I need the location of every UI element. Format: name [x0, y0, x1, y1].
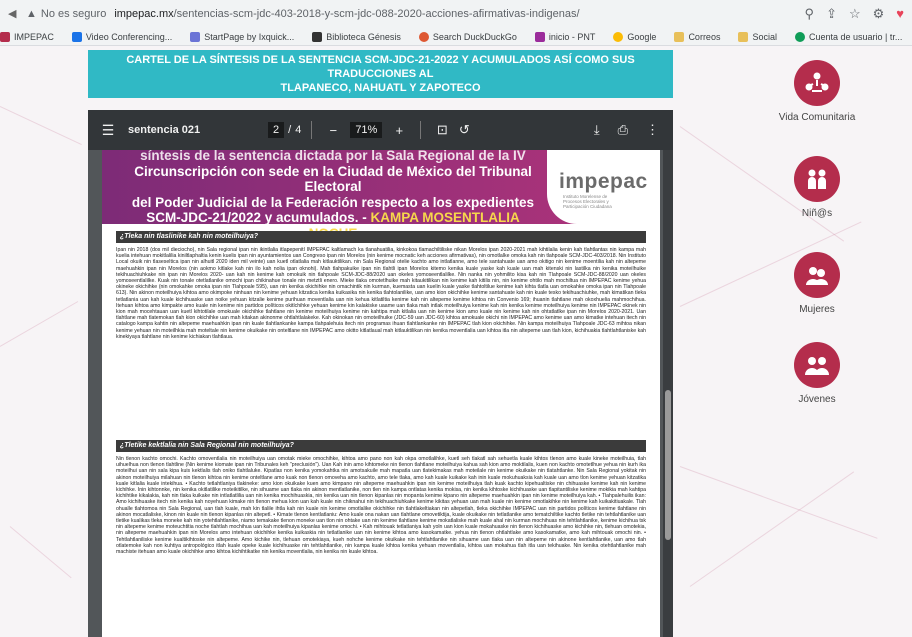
- header-line: Circunscripción con sede en la Ciudad de…: [134, 163, 532, 195]
- banner-line-2: TLAPANECO, NAHUATL Y ZAPOTECO: [280, 82, 481, 94]
- bookmark-label: IMPEPAC: [14, 31, 54, 42]
- sidebar-item-vida-comunitaria[interactable]: Vida Comunitaria: [752, 60, 882, 124]
- zoom-in-button[interactable]: +: [388, 123, 410, 138]
- pdf-toolbar: ☰ sentencia 021 2 / 4 − 71% + ⊡ ↺ ⤓ ⎙ ⋮: [88, 110, 673, 150]
- banner-line-1: CARTEL DE LA SÍNTESIS DE LA SENTENCIA SC…: [126, 54, 635, 80]
- header-line-text: SCM-JDC-21/2022 y acumulados. -: [146, 210, 367, 225]
- sidebar-label: Vida Comunitaria: [778, 112, 856, 123]
- page-number-input[interactable]: 2: [268, 122, 285, 138]
- pdf-filename: sentencia 021: [128, 124, 201, 136]
- back-arrow-icon[interactable]: ◀: [8, 7, 22, 21]
- pdf-viewer: ☰ sentencia 021 2 / 4 − 71% + ⊡ ↺ ⤓ ⎙ ⋮ …: [88, 110, 673, 637]
- folder-icon: [738, 31, 749, 42]
- web-page: CARTEL DE LA SÍNTESIS DE LA SENTENCIA SC…: [0, 46, 912, 637]
- women-icon: [794, 252, 840, 298]
- bookmarks-bar: IMPEPAC Video Conferencing... StartPage …: [0, 28, 912, 46]
- address-bar: ◀ ▲ No es seguro impepac.mx /sentencias-…: [0, 0, 912, 28]
- bookmark-label: StartPage by Ixquick...: [204, 31, 295, 42]
- bookmark-duckduckgo[interactable]: Search DuckDuckGo: [418, 31, 517, 42]
- bookmark-label: Correos: [688, 31, 721, 42]
- zoom-icon[interactable]: ⚲: [805, 6, 815, 22]
- community-icon: [794, 60, 840, 106]
- bookmark-label: Social: [752, 31, 777, 42]
- folder-icon: [674, 31, 685, 42]
- page-total: 4: [295, 124, 302, 136]
- sidebar-item-jovenes[interactable]: Jóvenes: [752, 342, 882, 406]
- bookmark-social[interactable]: Social: [738, 31, 777, 42]
- url-host[interactable]: impepac.mx: [114, 8, 173, 20]
- zoom-out-button[interactable]: −: [322, 123, 344, 138]
- download-icon[interactable]: ⤓: [594, 122, 600, 138]
- bookmark-impepac[interactable]: IMPEPAC: [0, 31, 54, 42]
- section-heading-2: ¿Tletike kektlalia nin Sala Regional nin…: [116, 440, 646, 452]
- bookmark-correos[interactable]: Correos: [674, 31, 721, 42]
- insecure-label[interactable]: No es seguro: [41, 8, 106, 20]
- toolbar-divider: [420, 121, 422, 139]
- rotate-icon[interactable]: ↺: [453, 122, 475, 138]
- pocket-icon[interactable]: ♥: [896, 6, 904, 22]
- bookmark-video[interactable]: Video Conferencing...: [71, 31, 173, 42]
- logo-text: impepac: [559, 170, 648, 193]
- startpage-icon: [190, 31, 201, 42]
- header-line: síntesis de la sentencia dictada por la …: [140, 150, 526, 163]
- bookmark-cuenta[interactable]: Cuenta de usuario | tr...: [794, 31, 903, 42]
- bookmark-pnt[interactable]: inicio - PNT: [534, 31, 596, 42]
- address-actions: ⚲ ⇪ ☆ ⚙ ♥: [805, 6, 904, 22]
- zoom-input[interactable]: 71%: [350, 122, 383, 138]
- sidebar-label: Jóvenes: [798, 394, 836, 405]
- share-icon[interactable]: ⇪: [826, 6, 837, 22]
- sidebar-label: Mujeres: [799, 304, 835, 315]
- pdf-scrollbar[interactable]: [663, 150, 673, 637]
- sidebar-item-mujeres[interactable]: Mujeres: [752, 252, 882, 316]
- print-icon[interactable]: ⎙: [618, 122, 628, 138]
- bookmark-startpage[interactable]: StartPage by Ixquick...: [190, 31, 295, 42]
- pdf-page: síntesis de la sentencia dictada por la …: [102, 150, 660, 637]
- section-body-2: Nin tlenon kachto omochi. Kachto omovent…: [116, 456, 646, 556]
- background-line: [0, 301, 79, 347]
- fit-page-icon[interactable]: ⊡: [431, 122, 453, 138]
- pnt-icon: [534, 31, 545, 42]
- toolbar-divider: [311, 121, 313, 139]
- toolbar-actions: ⤓ ⎙ ⋮: [594, 122, 673, 138]
- scrollbar-thumb[interactable]: [665, 390, 671, 540]
- warning-icon[interactable]: ▲: [26, 8, 37, 20]
- bookmark-label: Search DuckDuckGo: [432, 31, 517, 42]
- page-separator: /: [288, 124, 292, 136]
- bookmark-label: Cuenta de usuario | tr...: [808, 31, 903, 42]
- account-icon: [794, 31, 805, 42]
- background-line: [9, 526, 72, 579]
- header-line: del Poder Judicial de la Federación resp…: [131, 194, 535, 210]
- star-icon[interactable]: ☆: [849, 6, 861, 22]
- url-path[interactable]: /sentencias-scm-jdc-403-2018-y-scm-jdc-0…: [174, 8, 580, 20]
- menu-icon[interactable]: ☰: [88, 122, 128, 139]
- more-options-icon[interactable]: ⋮: [646, 122, 659, 138]
- bookmark-label: Video Conferencing...: [85, 31, 173, 42]
- document-header: síntesis de la sentencia dictada por la …: [102, 150, 660, 241]
- poster-banner: CARTEL DE LA SÍNTESIS DE LA SENTENCIA SC…: [88, 50, 673, 98]
- impepac-logo: impepac Instituto Morelense de Procesos …: [547, 150, 660, 224]
- library-icon: [312, 31, 323, 42]
- sidebar-item-ninos[interactable]: Niñ@s: [752, 156, 882, 220]
- background-line: [0, 106, 82, 145]
- bookmark-label: Biblioteca Génesis: [326, 31, 401, 42]
- bookmark-google[interactable]: Google: [613, 31, 657, 42]
- section-heading-1: ¿Tleka nin tlaslinike kah nin moteilhuiy…: [116, 231, 646, 243]
- video-icon: [71, 31, 82, 42]
- document-header-text: síntesis de la sentencia dictada por la …: [128, 150, 538, 241]
- sidebar-label: Niñ@s: [801, 208, 833, 219]
- youth-icon: [794, 342, 840, 388]
- bookmark-label: inicio - PNT: [548, 31, 596, 42]
- extension-icon[interactable]: ⚙: [873, 6, 885, 22]
- bookmark-label: Google: [627, 31, 657, 42]
- logo-subtitle: Instituto Morelense de Procesos Electora…: [563, 194, 612, 209]
- background-line: [689, 471, 855, 587]
- google-icon: [613, 31, 624, 42]
- bookmark-icon: [0, 31, 10, 42]
- background-line: [679, 466, 878, 539]
- section-body-1: Ipan nin 2018 (dos mil dieciocho), nin S…: [116, 247, 646, 340]
- duckduckgo-icon: [418, 31, 429, 42]
- children-icon: [794, 156, 840, 202]
- bookmark-biblioteca[interactable]: Biblioteca Génesis: [312, 31, 401, 42]
